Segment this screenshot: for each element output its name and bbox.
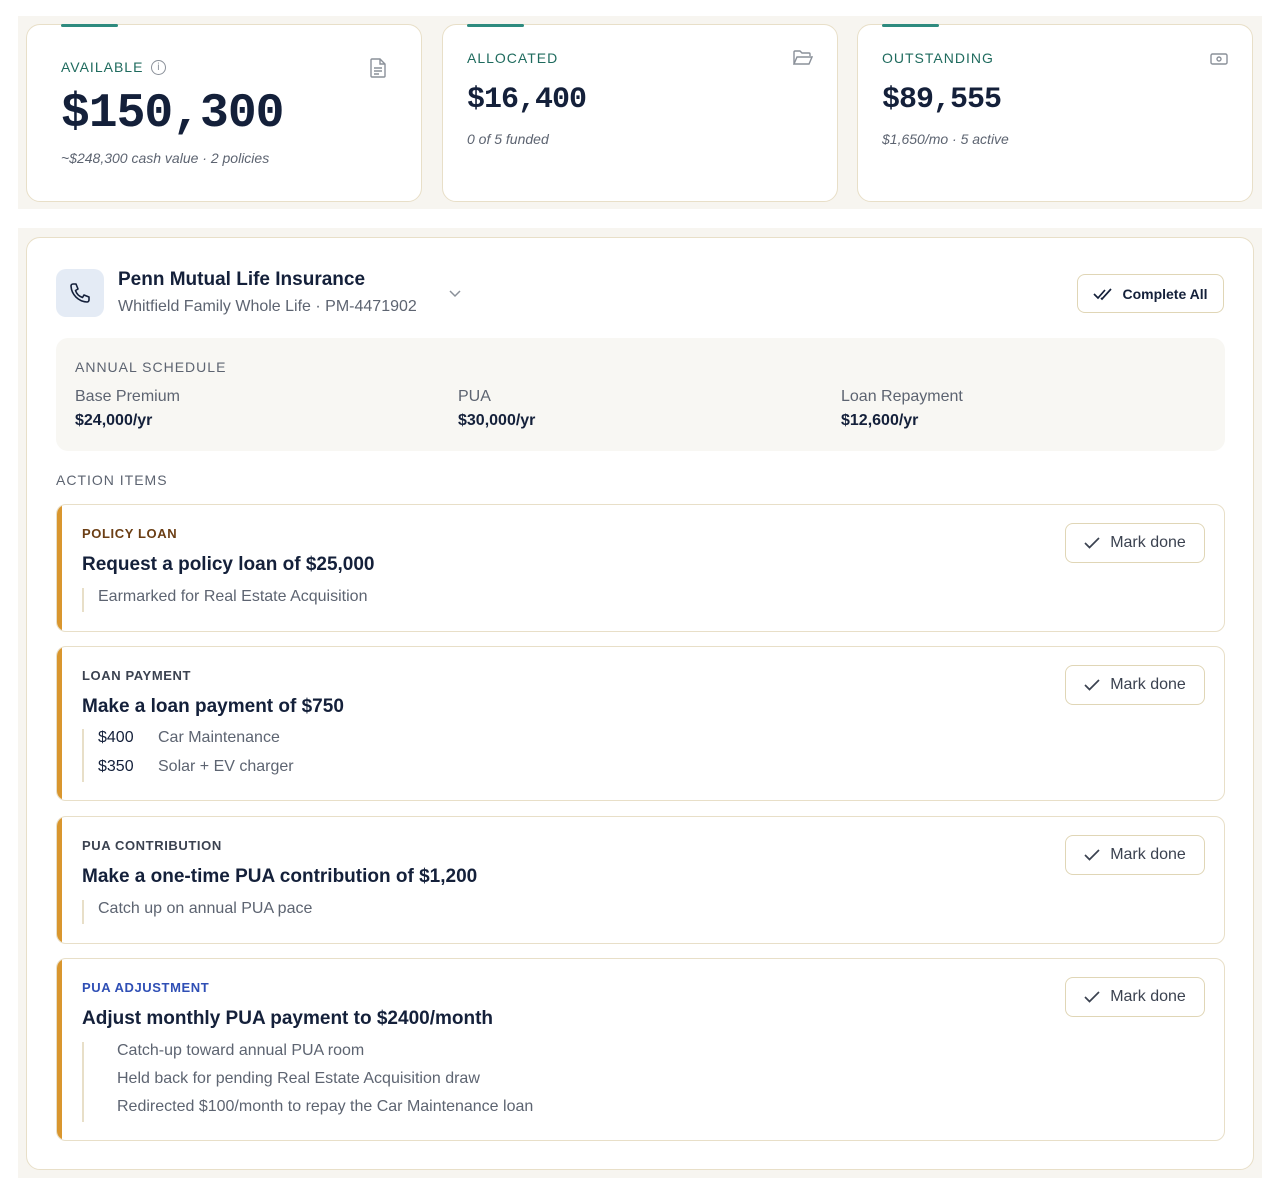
mark-done-label: Mark done <box>1110 988 1186 1005</box>
detail-text: Held back for pending Real Estate Acquis… <box>117 1070 480 1087</box>
stat-card-outstanding: OUTSTANDING $89,555 $1,650/mo · 5 active <box>857 24 1253 202</box>
stat-card-available: AVAILABLE i $150,300 ~$248,300 cash valu… <box>26 24 422 202</box>
stat-label: AVAILABLE i <box>61 59 167 75</box>
detail-text: Car Maintenance <box>158 729 280 746</box>
double-check-icon <box>1093 287 1113 300</box>
stat-label-text: OUTSTANDING <box>882 50 994 66</box>
stat-label-text: AVAILABLE <box>61 59 144 75</box>
check-icon <box>1084 537 1100 549</box>
detail-row: Redirected $100/month to repay the Car M… <box>117 1098 533 1122</box>
schedule-value: $12,600/yr <box>841 412 919 429</box>
stat-value: $16,400 <box>467 83 587 117</box>
detail-amount: $350 <box>98 758 134 775</box>
stat-value: $150,300 <box>61 87 284 141</box>
schedule-item: PUA $30,000/yr <box>458 388 535 430</box>
mark-done-button[interactable]: Mark done <box>1065 835 1205 875</box>
policy-subtitle: Whitfield Family Whole Life · PM-4471902 <box>118 298 417 315</box>
detail-text: Redirected $100/month to repay the Car M… <box>117 1098 534 1115</box>
action-title: Make a one-time PUA contribution of $1,2… <box>82 866 478 887</box>
action-accent-bar <box>57 505 62 631</box>
stat-card-allocated: ALLOCATED $16,400 0 of 5 funded <box>442 24 838 202</box>
detail-text: Solar + EV charger <box>158 758 294 775</box>
stat-accent <box>467 24 524 27</box>
stat-value: $89,555 <box>882 83 1002 117</box>
detail-text: Earmarked for Real Estate Acquisition <box>98 588 368 605</box>
policy-card: Penn Mutual Life Insurance Whitfield Fam… <box>26 237 1254 1170</box>
mark-done-button[interactable]: Mark done <box>1065 977 1205 1017</box>
stat-sub: 0 of 5 funded <box>467 131 549 147</box>
info-icon[interactable]: i <box>151 59 167 75</box>
mark-done-label: Mark done <box>1110 676 1186 693</box>
stat-sub: $1,650/mo · 5 active <box>882 131 1009 147</box>
action-item: PUA CONTRIBUTION Make a one-time PUA con… <box>56 816 1225 944</box>
action-title: Make a loan payment of $750 <box>82 696 344 717</box>
stat-accent <box>882 24 939 27</box>
mark-done-button[interactable]: Mark done <box>1065 665 1205 705</box>
stat-accent <box>61 24 118 27</box>
mark-done-label: Mark done <box>1110 846 1186 863</box>
schedule-label: Base Premium <box>75 388 180 405</box>
detail-row: Catch up on annual PUA pace <box>98 900 312 918</box>
action-category: PUA ADJUSTMENT <box>82 980 210 995</box>
detail-amount: $400 <box>98 729 134 746</box>
action-title: Request a policy loan of $25,000 <box>82 554 375 575</box>
action-details: Catch up on annual PUA pace <box>82 900 312 924</box>
detail-row: $400 Car Maintenance <box>98 729 294 758</box>
action-category: LOAN PAYMENT <box>82 668 192 683</box>
folder-open-icon <box>792 49 814 72</box>
complete-all-button[interactable]: Complete All <box>1077 274 1224 313</box>
action-details: Earmarked for Real Estate Acquisition <box>82 588 367 612</box>
phone-icon <box>56 269 104 317</box>
schedule-item: Loan Repayment $12,600/yr <box>841 388 963 430</box>
detail-row: $350 Solar + EV charger <box>98 758 294 782</box>
stat-label-text: ALLOCATED <box>467 50 559 66</box>
complete-all-label: Complete All <box>1122 285 1208 302</box>
action-category: PUA CONTRIBUTION <box>82 838 222 853</box>
action-accent-bar <box>57 959 62 1140</box>
action-item: LOAN PAYMENT Make a loan payment of $750… <box>56 646 1225 801</box>
chevron-down-icon[interactable] <box>448 285 462 303</box>
action-item: PUA ADJUSTMENT Adjust monthly PUA paymen… <box>56 958 1225 1141</box>
check-icon <box>1084 991 1100 1003</box>
annual-schedule: ANNUAL SCHEDULE Base Premium $24,000/yr … <box>56 338 1225 451</box>
check-icon <box>1084 849 1100 861</box>
action-category: POLICY LOAN <box>82 526 178 541</box>
action-title: Adjust monthly PUA payment to $2400/mont… <box>82 1008 494 1029</box>
mark-done-button[interactable]: Mark done <box>1065 523 1205 563</box>
schedule-label: Loan Repayment <box>841 388 963 405</box>
schedule-value: $24,000/yr <box>75 412 153 429</box>
schedule-item: Base Premium $24,000/yr <box>75 388 180 430</box>
policy-name: Penn Mutual Life Insurance <box>118 269 366 290</box>
action-item: POLICY LOAN Request a policy loan of $25… <box>56 504 1225 632</box>
action-details: $400 Car Maintenance $350 Solar + EV cha… <box>82 729 294 782</box>
action-accent-bar <box>57 647 62 800</box>
cash-icon <box>1210 52 1228 70</box>
detail-text: Catch-up toward annual PUA room <box>117 1042 365 1059</box>
schedule-label: PUA <box>458 388 491 405</box>
detail-row: Earmarked for Real Estate Acquisition <box>98 588 367 606</box>
check-icon <box>1084 679 1100 691</box>
detail-row: Held back for pending Real Estate Acquis… <box>117 1070 533 1098</box>
action-accent-bar <box>57 817 62 943</box>
detail-text: Catch up on annual PUA pace <box>98 900 313 917</box>
schedule-title: ANNUAL SCHEDULE <box>75 359 227 375</box>
action-items-title: ACTION ITEMS <box>56 472 168 488</box>
document-icon <box>369 58 387 83</box>
stat-label: ALLOCATED <box>467 50 558 66</box>
mark-done-label: Mark done <box>1110 534 1186 551</box>
stat-label: OUTSTANDING <box>882 50 994 66</box>
stat-sub: ~$248,300 cash value · 2 policies <box>61 150 270 166</box>
detail-row: Catch-up toward annual PUA room <box>117 1042 533 1070</box>
action-details: Catch-up toward annual PUA room Held bac… <box>82 1042 533 1122</box>
schedule-value: $30,000/yr <box>458 412 536 429</box>
